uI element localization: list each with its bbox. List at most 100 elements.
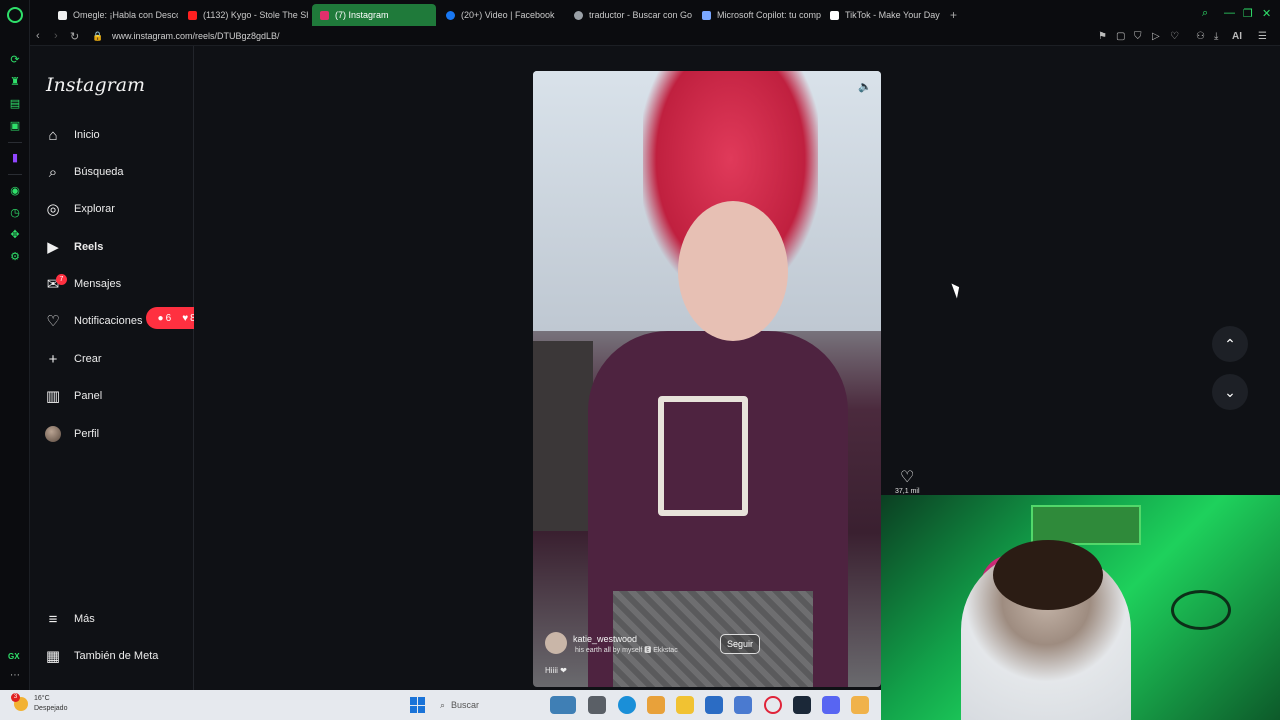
- tab-label: traductor - Buscar con Go: [589, 10, 693, 20]
- gx-control-icon[interactable]: ⟳: [9, 54, 21, 66]
- more-icon[interactable]: ⋯: [10, 670, 20, 681]
- google-favicon-icon: [574, 10, 583, 20]
- nav-mas[interactable]: ≡ Más: [44, 610, 95, 628]
- reel-caption: Hiiii ❤: [545, 666, 567, 675]
- player-icon[interactable]: ◉: [9, 185, 21, 197]
- nav-label: También de Meta: [74, 650, 159, 662]
- task-view-icon[interactable]: [588, 696, 606, 714]
- discord-icon[interactable]: [822, 696, 840, 714]
- nav-busqueda[interactable]: ⌕ Búsqueda: [44, 163, 124, 181]
- new-tab-icon[interactable]: +: [950, 8, 957, 22]
- video-sweater-letter: [658, 396, 748, 516]
- like-count: 37,1 mil: [895, 488, 920, 495]
- history-icon[interactable]: ◷: [9, 207, 21, 219]
- snapshot-icon[interactable]: ▢: [1116, 31, 1125, 42]
- like-icon[interactable]: ♡: [900, 467, 914, 487]
- tab-label: (20+) Video | Facebook: [461, 10, 555, 20]
- tab-google[interactable]: traductor - Buscar con Go: [566, 4, 694, 26]
- url-field[interactable]: www.instagram.com/reels/DTUBgz8gdLB/: [112, 31, 280, 41]
- nav-crear[interactable]: + Crear: [44, 350, 102, 368]
- youtube-favicon-icon: [188, 10, 197, 20]
- nav-label: Perfil: [74, 428, 100, 440]
- messenger-sidebar-icon[interactable]: ▣: [9, 120, 21, 132]
- nav-explorar[interactable]: ◎ Explorar: [44, 200, 115, 218]
- nav-notificaciones[interactable]: ♡ Notificaciones: [44, 312, 142, 330]
- minimize-icon[interactable]: —: [1224, 7, 1235, 19]
- nav-label: Crear: [74, 353, 102, 365]
- avatar[interactable]: [545, 632, 567, 654]
- previous-reel-button[interactable]: ⌃: [1212, 326, 1248, 362]
- tab-youtube[interactable]: (1132) Kygo - Stole The Sh: [180, 4, 308, 26]
- settings-icon[interactable]: ⚙: [9, 251, 21, 263]
- menu-icon[interactable]: ☰: [1258, 31, 1267, 42]
- taskbar-search[interactable]: ⌕ Buscar: [440, 696, 550, 714]
- gx-cleaner-icon[interactable]: ♜: [9, 76, 21, 88]
- copilot-icon[interactable]: [647, 696, 665, 714]
- store-icon[interactable]: [705, 696, 723, 714]
- opera-gx-logo[interactable]: [7, 7, 23, 23]
- reel-username[interactable]: katie_westwood: [573, 634, 637, 644]
- nav-label: Más: [74, 613, 95, 625]
- tiktok-favicon-icon: [830, 10, 839, 20]
- tab-copilot[interactable]: Microsoft Copilot: tu comp: [694, 4, 822, 26]
- instagram-logo[interactable]: Instagram: [46, 74, 145, 96]
- widget-icon[interactable]: [550, 696, 576, 714]
- nav-tambien-de-meta[interactable]: ▦ También de Meta: [44, 647, 158, 665]
- instagram-favicon-icon: [320, 10, 329, 20]
- tab-tiktok[interactable]: TikTok - Make Your Day: [822, 4, 950, 26]
- rail-divider: [8, 142, 22, 143]
- follow-button[interactable]: Seguir: [720, 634, 761, 654]
- nav-inicio[interactable]: ⌂ Inicio: [44, 126, 99, 144]
- nav-panel[interactable]: ▥ Panel: [44, 387, 102, 405]
- search-tabs-icon[interactable]: ⌕: [1202, 7, 1208, 20]
- close-icon[interactable]: ✕: [1262, 7, 1271, 20]
- aria-ai-button[interactable]: AI: [1232, 31, 1242, 42]
- tab-omegle[interactable]: Omegle: ¡Habla con Desco: [50, 4, 178, 26]
- tab-instagram[interactable]: (7) Instagram: [312, 4, 436, 26]
- forward-icon[interactable]: ›: [54, 30, 58, 42]
- webcam-rackets: [1171, 590, 1231, 630]
- start-tile: [410, 697, 417, 705]
- outlook-icon[interactable]: [734, 696, 752, 714]
- tab-label: (1132) Kygo - Stole The Sh: [203, 10, 308, 20]
- tab-bar: Omegle: ¡Habla con Desco (1132) Kygo - S…: [30, 0, 1280, 28]
- extensions-icon[interactable]: ✥: [9, 229, 21, 241]
- download-icon[interactable]: ⤓: [1214, 31, 1218, 42]
- start-button[interactable]: [410, 697, 426, 713]
- twitch-icon[interactable]: ▮: [9, 152, 21, 164]
- steam-icon[interactable]: [793, 696, 811, 714]
- webcam-shelf: [1031, 505, 1141, 545]
- edge-icon[interactable]: [618, 696, 636, 714]
- nav-label: Panel: [74, 390, 103, 402]
- file-explorer-icon[interactable]: [676, 696, 694, 714]
- heart-icon: ♡: [46, 313, 60, 330]
- player-toolbar-icon[interactable]: ▷: [1152, 31, 1160, 42]
- nav-perfil[interactable]: Perfil: [44, 425, 99, 443]
- next-reel-button[interactable]: ⌄: [1212, 374, 1248, 410]
- nav-reels[interactable]: ▶ Reels: [44, 238, 103, 256]
- app-icon[interactable]: [851, 696, 869, 714]
- profile-icon[interactable]: ⚇: [1196, 31, 1205, 42]
- ai-label: AI: [1232, 31, 1242, 42]
- tab-facebook[interactable]: (20+) Video | Facebook: [438, 4, 566, 26]
- opera-gx-icon[interactable]: [764, 696, 782, 714]
- start-tile: [410, 705, 417, 713]
- video-skirt: [613, 591, 813, 687]
- address-bar: ‹ › ↻ 🔒 www.instagram.com/reels/DTUBgz8g…: [30, 28, 1280, 46]
- reload-icon[interactable]: ↻: [70, 30, 79, 43]
- video-face: [678, 201, 788, 341]
- omegle-favicon-icon: [58, 10, 67, 20]
- weather-widget[interactable]: 3 16°C Despejado: [11, 693, 67, 714]
- reel-audio[interactable]: his earth all by myself 🅴 Ekkstac: [575, 645, 678, 655]
- messages-badge: 7: [56, 274, 67, 285]
- gx-corner-icon[interactable]: ▤: [9, 98, 21, 110]
- maximize-icon[interactable]: ❐: [1243, 7, 1253, 20]
- back-icon[interactable]: ‹: [36, 30, 40, 42]
- lock-icon: 🔒: [92, 31, 104, 41]
- shield-icon[interactable]: ⛉: [1134, 31, 1142, 42]
- bookmark-icon[interactable]: ⚑: [1098, 31, 1107, 42]
- profile-avatar-wrap: [44, 425, 62, 443]
- reel-video[interactable]: [533, 71, 881, 687]
- heart-toolbar-icon[interactable]: ♡: [1170, 31, 1179, 42]
- volume-icon[interactable]: 🔈: [858, 80, 872, 93]
